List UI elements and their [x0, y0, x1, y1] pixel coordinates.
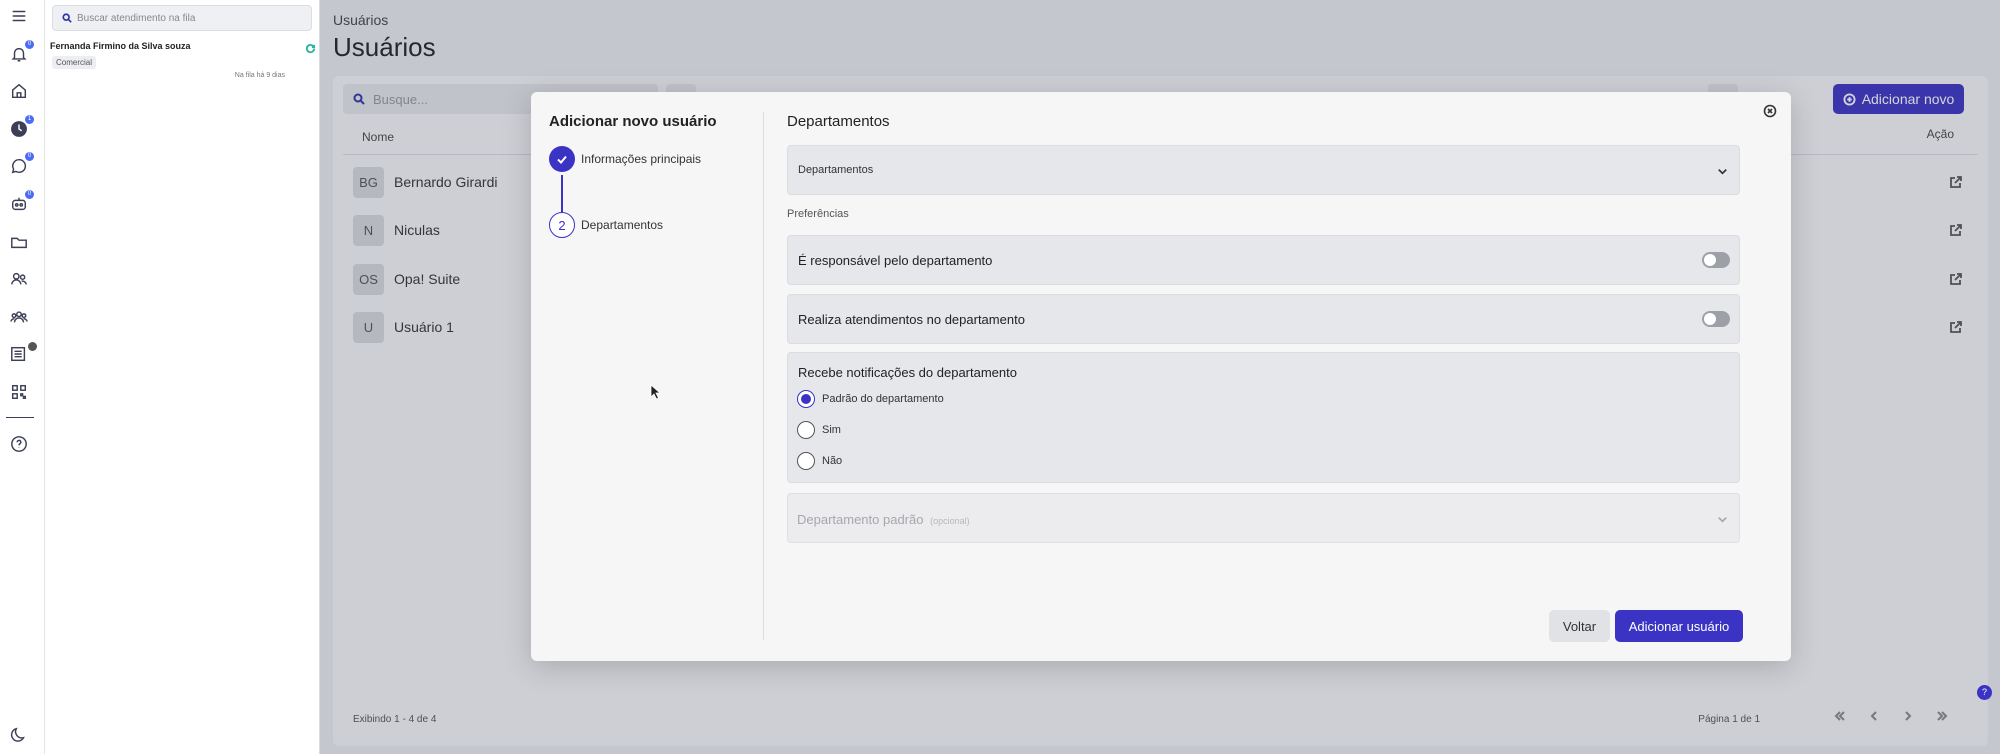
add-user-modal: Adicionar novo usuário Informações princ… [531, 92, 1791, 661]
reports-icon[interactable] [9, 342, 37, 364]
radio-label: Sim [822, 424, 841, 436]
departments-select[interactable]: Departamentos [787, 145, 1740, 195]
radio-default[interactable]: Padrão do departamento [797, 390, 944, 408]
queue-item-tag: Comercial [52, 56, 97, 69]
modal-divider [763, 112, 764, 640]
attends-toggle-row: Realiza atendimentos no departamento [787, 294, 1740, 344]
toggle-knob [1704, 313, 1716, 325]
search-icon [62, 13, 72, 23]
queue-panel: Buscar atendimento na fila Fernanda Firm… [45, 0, 320, 754]
chat-icon[interactable]: 0 [9, 152, 34, 176]
radio-label: Não [822, 455, 843, 467]
bell-icon[interactable]: 0 [9, 40, 34, 64]
optional-hint: (opcional) [930, 516, 970, 526]
reports-dot [28, 342, 37, 351]
step-departments[interactable]: 2 Departamentos [549, 212, 663, 238]
folder-icon[interactable] [9, 232, 29, 252]
close-icon[interactable] [1763, 104, 1777, 118]
back-button[interactable]: Voltar [1549, 610, 1610, 642]
icon-rail: 0 1 0 0 [0, 0, 45, 754]
mouse-cursor-icon [650, 384, 662, 400]
rail-divider [6, 417, 34, 418]
queue-search-placeholder: Buscar atendimento na fila [77, 12, 196, 24]
chevron-down-icon [1718, 517, 1727, 523]
bot-icon[interactable]: 0 [9, 190, 34, 214]
radio-label: Padrão do departamento [822, 393, 944, 405]
departments-select-value: Departamentos [798, 164, 874, 176]
responsible-label: É responsável pelo departamento [798, 253, 993, 268]
notifications-title: Recebe notificações do departamento [798, 365, 1017, 380]
section-title: Departamentos [787, 113, 890, 130]
notifications-badge: 0 [25, 40, 34, 49]
attends-toggle[interactable] [1702, 311, 1730, 327]
step-label: Informações principais [581, 152, 702, 166]
toggle-knob [1704, 254, 1716, 266]
step-main-info[interactable]: Informações principais [549, 146, 701, 172]
queue-item[interactable]: Fernanda Firmino da Silva souza Comercia… [45, 36, 320, 84]
radio-yes[interactable]: Sim [797, 421, 841, 439]
bots-badge: 0 [25, 190, 34, 199]
chats-badge: 0 [25, 152, 34, 161]
radio-button[interactable] [797, 452, 815, 470]
step-label: Departamentos [581, 218, 664, 232]
help-icon[interactable] [9, 434, 29, 454]
check-icon [549, 146, 575, 172]
preferences-label: Preferências [787, 208, 849, 220]
modal-title: Adicionar novo usuário [549, 113, 717, 130]
home-icon[interactable] [9, 81, 29, 101]
step-connector [561, 175, 563, 214]
default-department-select: Departamento padrão (opcional) [787, 493, 1740, 543]
default-department-text: Departamento padrão [797, 512, 924, 527]
dark-mode-icon[interactable] [9, 725, 29, 745]
queue-item-name: Fernanda Firmino da Silva souza [50, 41, 191, 51]
responsible-toggle[interactable] [1702, 252, 1730, 268]
help-button[interactable]: ? [1977, 685, 1992, 700]
radio-button[interactable] [797, 390, 815, 408]
chevron-down-icon [1718, 169, 1727, 175]
notifications-radio-group: Recebe notificações do departamento Padr… [787, 352, 1740, 483]
attends-label: Realiza atendimentos no departamento [798, 312, 1025, 327]
users-icon[interactable] [9, 269, 29, 289]
queue-item-time: Na fila há 9 dias [234, 72, 285, 79]
queue-search-input[interactable]: Buscar atendimento na fila [52, 5, 312, 31]
clock-icon[interactable]: 1 [9, 115, 34, 139]
groups-icon[interactable] [9, 307, 29, 327]
radio-no[interactable]: Não [797, 452, 842, 470]
default-department-label: Departamento padrão (opcional) [797, 512, 970, 527]
history-badge: 1 [25, 115, 34, 124]
menu-icon[interactable] [9, 6, 29, 26]
add-user-button[interactable]: Adicionar usuário [1615, 610, 1743, 642]
step-number: 2 [549, 212, 575, 238]
responsible-toggle-row: É responsável pelo departamento [787, 235, 1740, 285]
apps-icon[interactable] [9, 382, 29, 402]
sync-icon [305, 41, 316, 54]
radio-button[interactable] [797, 421, 815, 439]
